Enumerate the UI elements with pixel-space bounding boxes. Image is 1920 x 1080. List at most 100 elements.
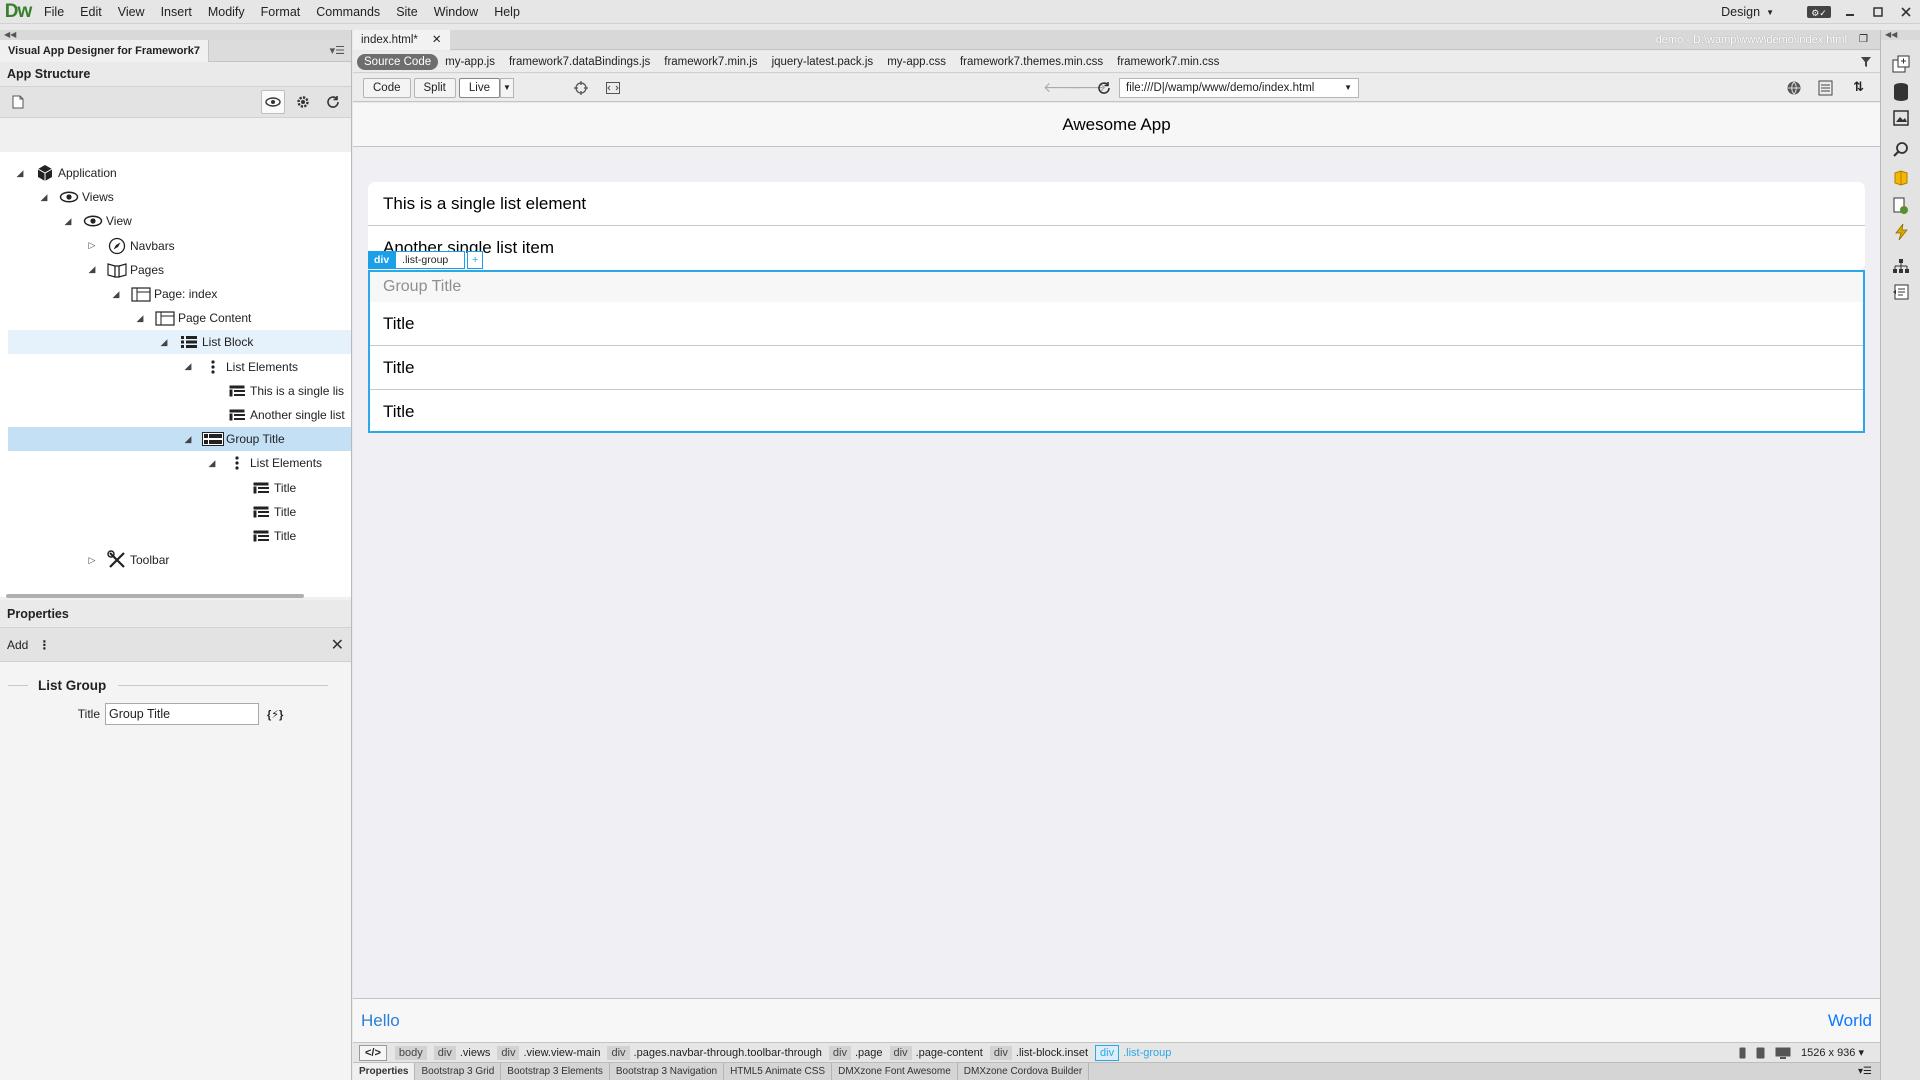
view-code-button[interactable]: Code [363, 77, 411, 98]
tree-node-list-elements[interactable]: ◢ List Elements [0, 355, 299, 379]
mobile-size-icon[interactable] [1739, 1047, 1746, 1059]
bottom-tab[interactable]: DMXzone Cordova Builder [958, 1063, 1090, 1080]
panel-expand-icon[interactable]: ◀◀ [1881, 30, 1920, 40]
bottom-tab[interactable]: HTML5 Animate CSS [724, 1063, 833, 1080]
insert-panel-icon[interactable] [1887, 52, 1915, 76]
view-live-button[interactable]: Live [458, 77, 500, 98]
expand-toggle-icon[interactable]: ◢ [158, 337, 170, 348]
related-file[interactable]: framework7.dataBindings.js [502, 54, 657, 70]
live-dropdown-icon[interactable]: ▼ [499, 77, 514, 98]
tab-visual-app-designer[interactable]: Visual App Designer for Framework7 [0, 39, 209, 62]
behaviors-icon[interactable] [1887, 194, 1915, 218]
tree-node-title[interactable]: Title [0, 524, 296, 548]
tag-breadcrumb-item[interactable]: div .views [433, 1045, 490, 1061]
bottom-tab[interactable]: Properties [353, 1063, 416, 1080]
tree-scrollbar[interactable] [6, 594, 304, 598]
related-file[interactable]: my-app.css [880, 54, 953, 70]
sync-settings-icon[interactable]: ⚙✓ [1802, 1, 1836, 23]
sitemap-icon[interactable] [1887, 254, 1915, 278]
title-property-input[interactable] [105, 703, 259, 725]
menu-item[interactable]: Edit [72, 0, 110, 24]
database-icon[interactable] [1887, 80, 1915, 104]
expand-toggle-icon[interactable]: ◢ [206, 458, 218, 469]
lightning-icon[interactable] [1887, 220, 1915, 244]
tag-breadcrumb-item[interactable]: div .page [828, 1045, 883, 1061]
menu-item[interactable]: Insert [153, 0, 200, 24]
tree-node-group-title[interactable]: ◢ Group Title [8, 427, 351, 452]
tag-breadcrumb-item[interactable]: div .list-group [1095, 1044, 1171, 1061]
expand-toggle-icon[interactable]: ◢ [38, 192, 50, 203]
menu-item[interactable]: File [36, 0, 72, 24]
selection-class[interactable]: .list-group [395, 251, 466, 269]
menu-item[interactable]: Window [426, 0, 486, 24]
tree-node-views[interactable]: ◢ Views [0, 185, 114, 209]
data-binding-icon[interactable]: {⚡} [267, 708, 283, 721]
bottom-tab[interactable]: Bootstrap 3 Navigation [610, 1063, 725, 1080]
panel-collapse-icon[interactable]: ◀◀ [0, 30, 351, 40]
refresh-icon[interactable] [1097, 81, 1111, 95]
close-icon[interactable]: ✕ [331, 635, 344, 655]
tag-breadcrumb-item[interactable]: body [394, 1045, 427, 1061]
related-file[interactable]: framework7.min.js [657, 54, 764, 70]
expand-toggle-icon[interactable]: ◢ [110, 289, 122, 300]
desktop-size-icon[interactable] [1775, 1047, 1791, 1059]
expand-toggle-icon[interactable]: ▷ [86, 555, 98, 566]
bottom-tab[interactable]: Bootstrap 3 Elements [501, 1063, 610, 1080]
eye-icon[interactable] [261, 90, 285, 114]
expand-toggle-icon[interactable]: ◢ [182, 434, 194, 445]
tree-node-list-block[interactable]: ◢ List Block [8, 330, 351, 355]
tree-node-list-item[interactable]: Another single list [0, 403, 345, 427]
group-list-item[interactable]: Title [370, 302, 1863, 346]
toolbar-link-hello[interactable]: Hello [361, 1011, 400, 1031]
refresh-icon[interactable] [321, 90, 345, 114]
expand-toggle-icon[interactable]: ◢ [14, 168, 26, 179]
related-file[interactable]: jquery-latest.pack.js [765, 54, 881, 70]
snippets-icon[interactable] [1887, 280, 1915, 304]
address-bar[interactable]: file:///D|/wamp/www/demo/index.html ▼ [1119, 78, 1359, 98]
extension-icon[interactable] [1887, 166, 1915, 190]
tag-breadcrumb-item[interactable]: div .list-block.inset [989, 1045, 1088, 1061]
target-icon[interactable] [573, 80, 588, 95]
tree-node-application[interactable]: ◢ Application [0, 161, 117, 185]
expand-toggle-icon[interactable]: ◢ [182, 361, 194, 372]
add-class-icon[interactable]: + [467, 251, 484, 269]
tag-breadcrumb-item[interactable]: div .view.view-main [497, 1045, 600, 1061]
expand-toggle-icon[interactable]: ◢ [86, 264, 98, 275]
more-vertical-icon[interactable]: ⋮ [38, 638, 50, 652]
new-document-icon[interactable] [6, 90, 30, 114]
list-group-selected[interactable]: Group Title Title Title Title [368, 270, 1865, 433]
tree-node-pages[interactable]: ◢ Pages [0, 258, 164, 282]
toolbar-link-world[interactable]: World [1828, 1011, 1872, 1031]
restore-document-icon[interactable]: ❐ [1859, 34, 1868, 45]
expand-toggle-icon[interactable]: ◢ [134, 313, 146, 324]
tab-index-html[interactable]: index.html* ✕ [353, 29, 450, 50]
globe-icon[interactable] [1786, 80, 1802, 96]
code-toggle-icon[interactable]: </> [359, 1044, 387, 1061]
expand-toggle-icon[interactable]: ◢ [62, 216, 74, 227]
source-code-button[interactable]: Source Code [357, 53, 439, 70]
view-split-button[interactable]: Split [413, 77, 456, 98]
bottom-tab[interactable]: DMXzone Font Awesome [832, 1063, 958, 1080]
list-item[interactable]: This is a single list element [368, 182, 1865, 226]
tree-node-list-item[interactable]: This is a single lis [0, 379, 344, 403]
group-title[interactable]: Group Title [370, 272, 1863, 302]
tag-breadcrumb-item[interactable]: div .pages.navbar-through.toolbar-through [607, 1045, 822, 1061]
menu-item[interactable]: View [110, 0, 153, 24]
tree-node-view[interactable]: ◢ View [0, 209, 132, 233]
element-selection-badge[interactable]: div .list-group + [368, 251, 484, 269]
list-item[interactable]: Another single list item [368, 226, 1865, 270]
close-tab-icon[interactable]: ✕ [432, 30, 442, 50]
group-list-item[interactable]: Title [370, 346, 1863, 390]
tree-node-list-elements[interactable]: ◢ List Elements [0, 451, 323, 475]
panel-menu-icon[interactable]: ▾☰ [1858, 1066, 1872, 1077]
tree-node-toolbar[interactable]: ▷ Toolbar [0, 548, 169, 572]
chevron-down-icon[interactable]: ▼ [1344, 79, 1352, 97]
assets-icon[interactable] [1887, 106, 1915, 130]
window-size-label[interactable]: 1526 x 936 ▾ [1801, 1046, 1864, 1059]
menu-item[interactable]: Modify [200, 0, 253, 24]
restore-icon[interactable] [1864, 1, 1892, 23]
filter-icon[interactable] [1860, 56, 1872, 68]
related-file[interactable]: my-app.js [438, 54, 502, 70]
expand-toggle-icon[interactable]: ▷ [86, 240, 98, 251]
close-icon[interactable] [1892, 1, 1920, 23]
